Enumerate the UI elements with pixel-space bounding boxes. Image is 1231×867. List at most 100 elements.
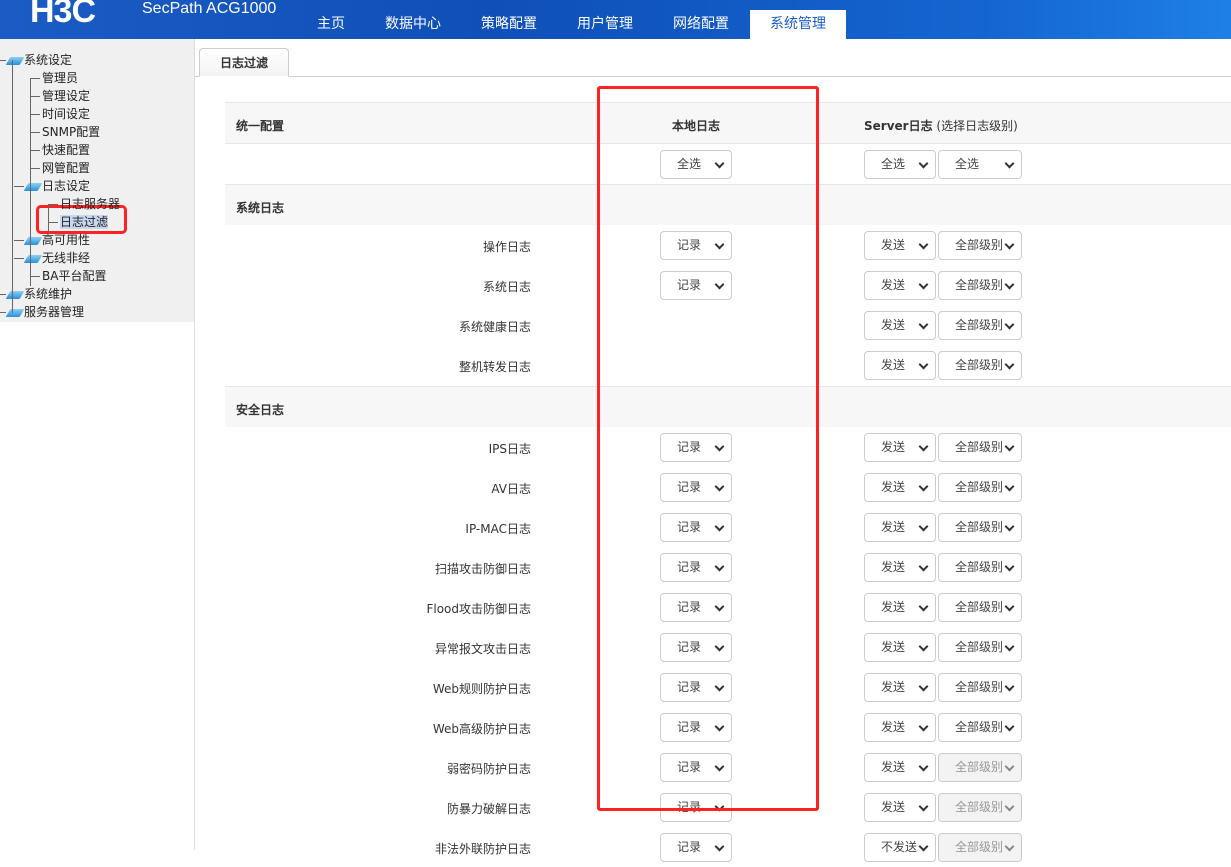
log-type-label: Flood攻击防御日志 [426,602,531,616]
folder-icon [5,308,25,317]
table-row: Web高级防护日志 记录 发送 全部级别 [225,707,1231,747]
sidebar-item-label: 管理员 [42,71,79,85]
local-log-select[interactable]: 记录 [660,433,732,462]
server-send-select[interactable]: 发送 [864,351,936,380]
sidebar-item[interactable]: 日志服务器 [60,195,120,213]
table-row: Web规则防护日志 记录 发送 全部级别 [225,667,1231,707]
server-level-select[interactable]: 全部级别 [938,351,1022,380]
sidebar-item[interactable]: 服务器管理 [5,303,85,321]
sidebar-item[interactable]: SNMP配置 [42,123,100,141]
tree-connector [30,132,40,133]
tree-connector [30,114,40,115]
table-row: IPS日志 记录 发送 全部级别 [225,427,1231,467]
tab-log-filter[interactable]: 日志过滤 [199,48,289,77]
server-level-select[interactable]: 全部级别 [938,673,1022,702]
nav-tab-1[interactable]: 数据中心 [365,10,461,39]
tree-connector [14,240,24,241]
unified-server-select[interactable]: 全选 [864,150,936,179]
server-level-select[interactable]: 全部级别 [938,513,1022,542]
sidebar-item[interactable]: 系统设定 [5,51,72,69]
sidebar-item[interactable]: 系统维护 [5,285,72,303]
tree-connector [0,312,6,313]
server-send-select[interactable]: 发送 [864,231,936,260]
local-log-select[interactable]: 记录 [660,593,732,622]
local-log-select[interactable]: 记录 [660,473,732,502]
tree-connector [48,204,58,205]
server-level-select[interactable]: 全部级别 [938,833,1022,862]
server-send-select[interactable]: 发送 [864,633,936,662]
server-level-select[interactable]: 全部级别 [938,311,1022,340]
table-row: Flood攻击防御日志 记录 发送 全部级别 [225,587,1231,627]
server-send-select[interactable]: 发送 [864,513,936,542]
server-level-select[interactable]: 全部级别 [938,593,1022,622]
log-type-label: Web规则防护日志 [432,682,531,696]
server-send-select[interactable]: 发送 [864,793,936,822]
top-header: H3C SecPath ACG1000 主页 数据中心 策略配置 用户管理 网络配置 系统… [0,0,1231,39]
table-row: 系统日志 [225,184,1231,225]
sidebar-item-label: 网管配置 [42,161,91,175]
nav-tab-4[interactable]: 网络配置 [653,10,749,39]
h3c-logo: H3C [30,0,96,30]
nav-tab-5[interactable]: 系统管理 [750,10,846,39]
server-send-select[interactable]: 发送 [864,433,936,462]
sidebar-item[interactable]: 网管配置 [42,159,90,177]
local-log-select[interactable]: 记录 [660,753,732,782]
sidebar-item[interactable]: 管理员 [42,69,78,87]
sidebar-item[interactable]: BA平台配置 [42,267,106,285]
server-send-select[interactable]: 发送 [864,311,936,340]
local-log-select[interactable]: 记录 [660,271,732,300]
nav-tab-2[interactable]: 策略配置 [461,10,557,39]
server-send-select[interactable]: 不发送 [864,833,936,862]
local-log-select[interactable]: 记录 [660,793,732,822]
sidebar-item[interactable]: 管理设定 [42,87,90,105]
server-send-select[interactable]: 发送 [864,593,936,622]
sidebar-item[interactable]: 高可用性 [23,231,90,249]
unified-local-select[interactable]: 全选 [660,150,732,179]
server-send-select[interactable]: 发送 [864,271,936,300]
server-level-select[interactable]: 全部级别 [938,231,1022,260]
log-type-label: 操作日志 [482,240,531,254]
local-log-select[interactable]: 记录 [660,231,732,260]
local-log-select[interactable]: 记录 [660,673,732,702]
sidebar-item[interactable]: 时间设定 [42,105,90,123]
sidebar-item[interactable]: 快速配置 [42,141,90,159]
log-type-label: 扫描攻击防御日志 [434,562,531,576]
sidebar-item-label: 日志设定 [42,179,91,193]
server-send-select[interactable]: 发送 [864,673,936,702]
local-log-select[interactable]: 记录 [660,513,732,542]
log-type-label: 弱密码防护日志 [446,762,531,776]
tree-line [48,204,49,234]
server-level-select[interactable]: 全部级别 [938,473,1022,502]
local-log-select[interactable]: 记录 [660,713,732,742]
tree-connector [30,150,40,151]
local-log-select[interactable]: 记录 [660,633,732,662]
server-send-select[interactable]: 发送 [864,753,936,782]
server-level-select[interactable]: 全部级别 [938,433,1022,462]
folder-icon [23,254,43,263]
server-level-select[interactable]: 全部级别 [938,271,1022,300]
sidebar-item[interactable]: 无线非经 [23,249,90,267]
local-log-select[interactable]: 记录 [660,553,732,582]
sidebar-item-label: 管理设定 [42,89,91,103]
folder-icon [23,182,43,191]
server-level-select[interactable]: 全部级别 [938,753,1022,782]
sidebar-item-label: 服务器管理 [24,305,85,319]
table-row: AV日志 记录 发送 全部级别 [225,467,1231,507]
nav-tab-3[interactable]: 用户管理 [557,10,653,39]
server-send-select[interactable]: 发送 [864,473,936,502]
server-level-select[interactable]: 全部级别 [938,793,1022,822]
table-row: 系统健康日志 发送 全部级别 [225,305,1231,345]
tree-connector [0,294,6,295]
server-send-select[interactable]: 发送 [864,713,936,742]
sidebar-item[interactable]: 日志过滤 [60,213,109,231]
unified-level-select[interactable]: 全选 [938,150,1022,179]
log-type-label: 系统日志 [482,280,531,294]
server-level-select[interactable]: 全部级别 [938,633,1022,662]
server-send-select[interactable]: 发送 [864,553,936,582]
server-level-select[interactable]: 全部级别 [938,553,1022,582]
log-type-label: IP-MAC日志 [465,522,531,536]
table-row: 防暴力破解日志 记录 发送 全部级别 [225,787,1231,827]
server-level-select[interactable]: 全部级别 [938,713,1022,742]
local-log-select[interactable]: 记录 [660,833,732,862]
sidebar-item[interactable]: 日志设定 [23,177,91,195]
